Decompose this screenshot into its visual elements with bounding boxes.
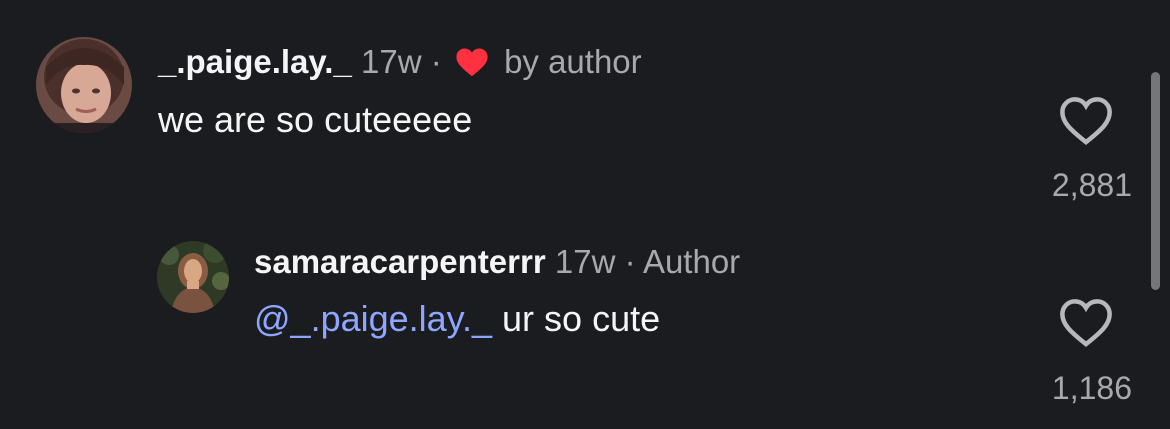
- comments-panel: _.paige.lay._ 17w · by author we are so …: [0, 0, 1170, 429]
- comment-header: _.paige.lay._ 17w · by author: [158, 42, 642, 86]
- heart-outline-icon: [1060, 97, 1112, 146]
- separator-dot: ·: [624, 243, 636, 280]
- comment-text: we are so cuteeeee: [158, 99, 473, 140]
- reply-header: samaracarpenterrr 17w · Author: [254, 242, 740, 282]
- heart-outline-icon: [1060, 299, 1112, 348]
- avatar-photo: [157, 241, 229, 313]
- reply-username[interactable]: samaracarpenterrr: [254, 243, 546, 280]
- scrollbar[interactable]: [1151, 72, 1160, 290]
- like-button[interactable]: [1058, 96, 1114, 146]
- reply-text: @_.paige.lay._ ur so cute: [254, 297, 660, 341]
- like-button[interactable]: [1058, 298, 1114, 348]
- liked-by-author-label: by author: [504, 43, 642, 80]
- comment-age: 17w: [361, 43, 422, 80]
- avatar-photo: [36, 37, 132, 133]
- like-count: 2,881: [1051, 167, 1132, 203]
- comment-username[interactable]: _.paige.lay._: [158, 43, 352, 80]
- author-label: Author: [642, 243, 741, 280]
- reply-message: ur so cute: [492, 298, 661, 339]
- heart-filled-icon: [455, 46, 489, 86]
- replier-avatar[interactable]: [157, 241, 229, 313]
- commenter-avatar[interactable]: [36, 37, 132, 133]
- like-count: 1,186: [1051, 370, 1132, 406]
- reply-age: 17w: [554, 243, 616, 280]
- mention-link[interactable]: @_.paige.lay._: [254, 298, 492, 339]
- separator-dot: ·: [430, 43, 442, 80]
